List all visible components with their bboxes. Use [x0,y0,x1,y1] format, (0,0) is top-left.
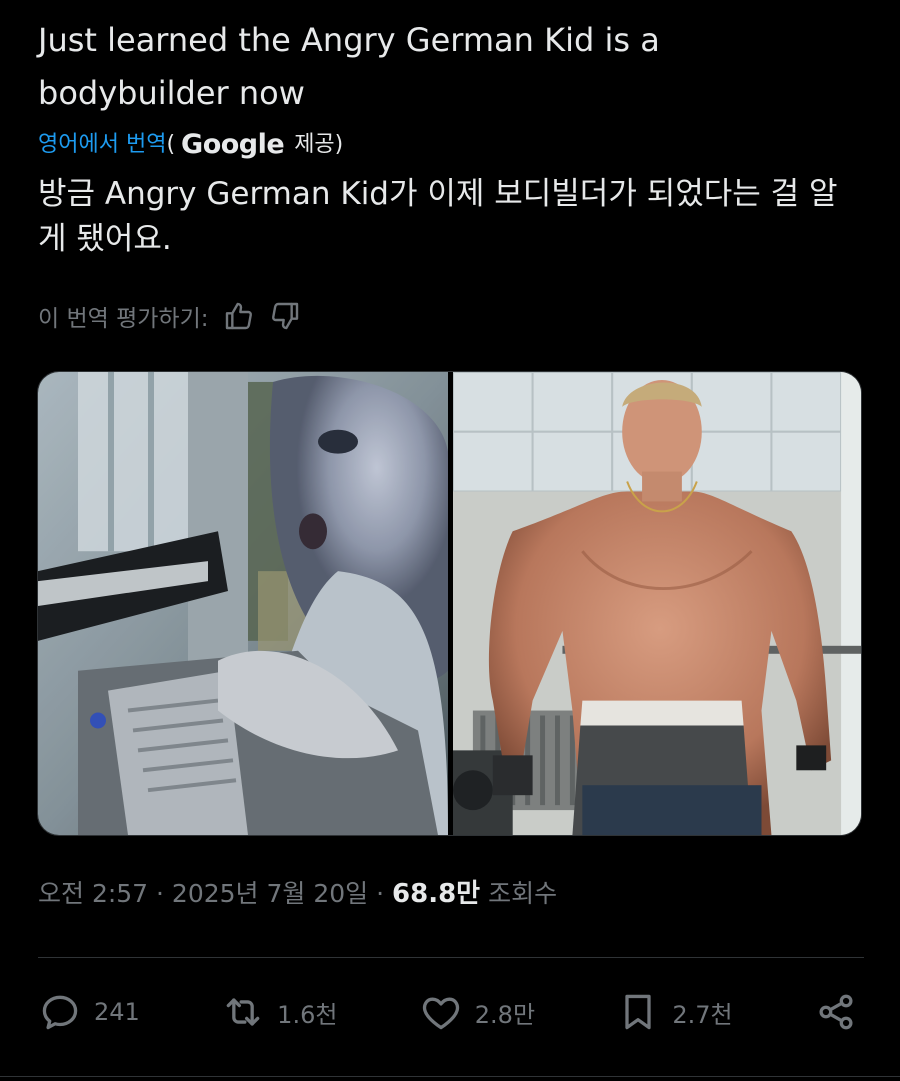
action-bar: 241 1.6천 2.8만 2.7천 [38,985,858,1039]
translation-provided-label: 제공) [294,132,344,157]
thumbs-down-icon[interactable] [269,300,301,332]
post: Just learned the Angry German Kid is a b… [0,0,900,1081]
repost-icon [226,998,260,1026]
post-timestamp[interactable]: 오전 2:57 · 2025년 7월 20일 · [38,874,392,910]
repost-button[interactable]: 1.6천 [221,990,337,1034]
reply-count: 241 [94,998,140,1026]
share-button[interactable] [814,990,858,1034]
post-translated-text: 방금 Angry German Kid가 이제 보디빌더가 되었다는 걸 알게 … [38,176,838,257]
post-bottom-border [0,1076,900,1077]
thumbs-up-icon[interactable] [223,300,255,332]
translated-from-link[interactable]: 영어에서 번역 [38,128,166,162]
translation-open-paren: ( [166,132,176,157]
divider [38,957,864,958]
like-button[interactable]: 2.8만 [419,990,535,1034]
like-count: 2.8만 [474,1000,536,1029]
rate-translation-row: 이 번역 평가하기: [38,299,301,333]
google-logo: Google [181,129,285,160]
post-meta: 오전 2:57 · 2025년 7월 20일 · 68.8만 조회수 [38,873,557,910]
bookmark-icon [625,994,652,1030]
post-original-text: Just learned the Angry German Kid is a b… [38,21,660,112]
reply-button[interactable]: 241 [38,990,140,1034]
bookmark-count: 2.7천 [672,1000,733,1029]
heart-icon [422,997,459,1030]
reply-icon [42,995,78,1030]
translation-attribution: 영어에서 번역 ( Google 제공) [38,128,343,162]
share-icon [819,994,853,1030]
post-media[interactable] [37,371,862,836]
media-photo-right[interactable] [453,372,861,835]
rate-translation-label: 이 번역 평가하기: [38,306,209,332]
repost-count: 1.6천 [277,1000,338,1029]
media-photo-left[interactable] [38,372,448,835]
views-label: 조회수 [488,879,558,908]
views-count: 68.8만 [392,879,481,909]
bookmark-button[interactable]: 2.7천 [616,990,733,1034]
